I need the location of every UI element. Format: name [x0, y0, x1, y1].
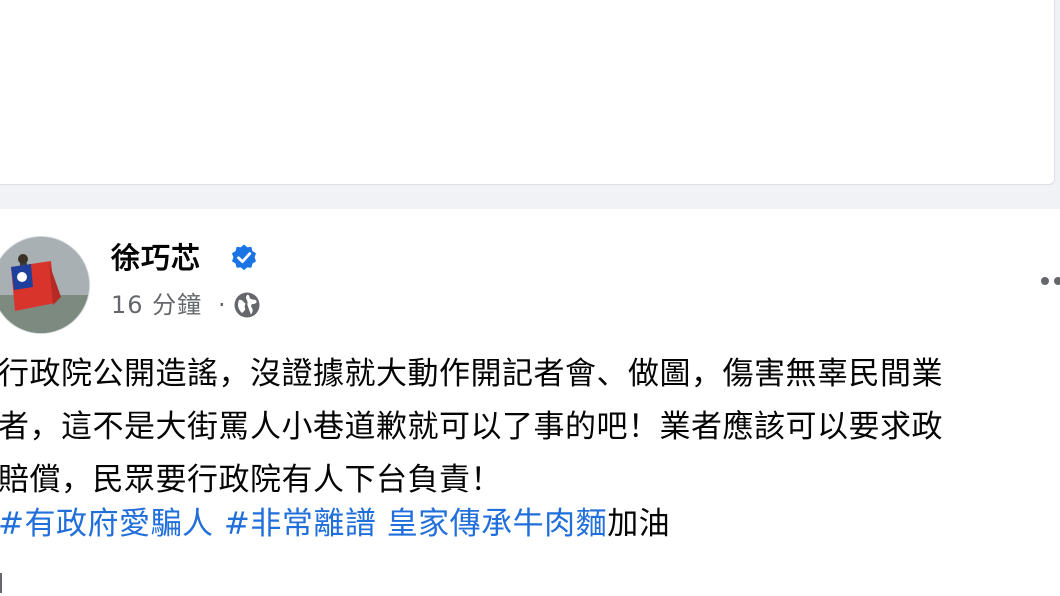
post-text: 行政院公開造謠，沒證據就大動作開記者會、做圖，傷害無辜民間業 者，這不是大街罵人… [0, 348, 1060, 507]
previous-post-card [0, 0, 1055, 185]
hashtag-line: #有政府愛騙人 #非常離譜 皇家傳承牛肉麵加油 [0, 502, 670, 546]
hashtag-suffix-text: 加油 [607, 506, 671, 542]
feed-page: 徐巧芯 16 分鐘 · 行政院公開造謠，沒證據就大動作開記者會、做圖，傷害無辜民… [0, 0, 1060, 596]
post-text-line: 賠償，民眾要行政院有人下台負責！ [0, 462, 502, 498]
verified-badge-icon [232, 244, 256, 271]
post-text-line: 行政院公開造謠，沒證據就大動作開記者會、做圖，傷害無辜民間業 [0, 356, 943, 392]
hashtag-link[interactable]: #非常離譜 [224, 506, 376, 542]
more-options-icon [1041, 277, 1049, 285]
mention-link[interactable]: 皇家傳承牛肉麵 [387, 506, 608, 542]
post-timestamp[interactable]: 16 分鐘 [111, 287, 202, 323]
globe-icon[interactable] [233, 291, 261, 319]
hashtag-link[interactable]: #有政府愛騙人 [0, 506, 213, 542]
more-options-icon-dot [1054, 277, 1060, 285]
meta-separator: · [218, 291, 226, 319]
author-name[interactable]: 徐巧芯 [111, 238, 201, 278]
more-options-button[interactable] [1038, 262, 1060, 298]
post-text-line: 者，這不是大街罵人小巷道歉就可以了事的吧！業者應該可以要求政 [0, 409, 943, 445]
divider [0, 573, 2, 593]
